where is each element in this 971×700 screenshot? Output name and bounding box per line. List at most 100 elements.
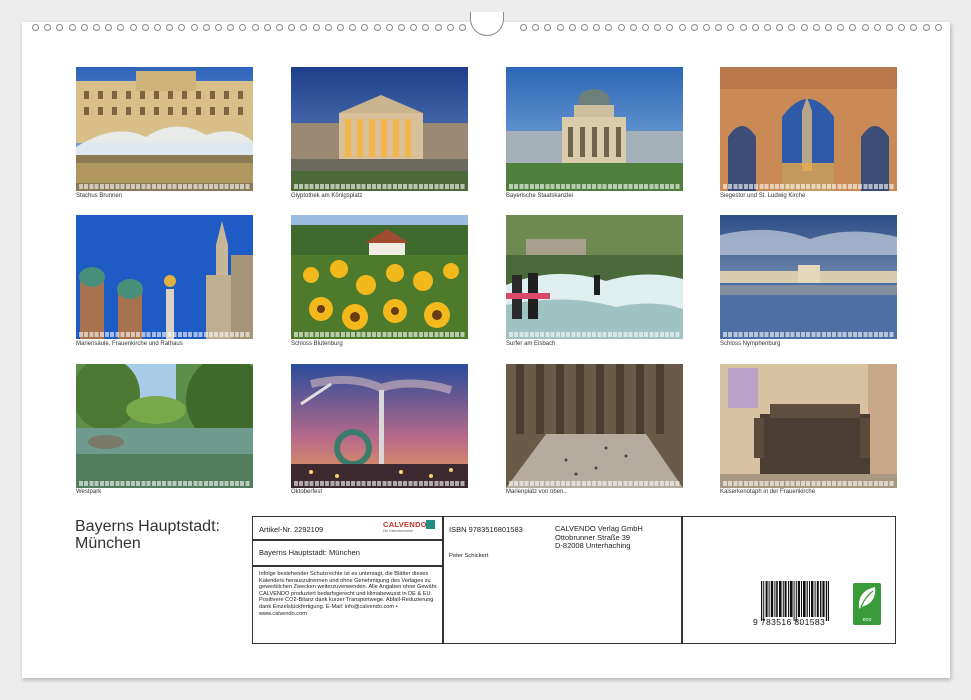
binding-ring (251, 24, 259, 31)
binding-ring (288, 24, 296, 31)
publisher-line: D-82008 Unterhaching (555, 541, 631, 551)
binding-ring (605, 24, 613, 31)
binding-ring (898, 24, 906, 31)
photo-caption: Schloss Nymphenburg (720, 341, 781, 347)
binding-ring (446, 24, 454, 31)
binding-ring (190, 24, 198, 31)
photo-staatskanzlei (506, 67, 683, 191)
binding-ring (849, 24, 857, 31)
binding-ring (837, 24, 845, 31)
binding-ring (166, 24, 174, 31)
binding-ring (812, 24, 820, 31)
binding-ring (788, 24, 796, 31)
binding-ring (617, 24, 625, 31)
barcode-icon (761, 581, 829, 621)
hanger-hook (470, 12, 504, 36)
mini-calendar-strip (723, 184, 894, 189)
binding-ring (215, 24, 222, 31)
leaf-icon (858, 587, 876, 609)
divider (253, 539, 442, 541)
binding-ring (361, 24, 369, 31)
mini-calendar-strip (79, 481, 250, 486)
photo-westpark (76, 364, 253, 488)
mini-calendar-strip (79, 332, 250, 337)
binding-ring (312, 24, 320, 31)
mini-calendar-strip (723, 332, 894, 337)
barcode-number: 9 783516 801583 (753, 617, 826, 627)
binding-ring (202, 24, 210, 31)
binding-ring (373, 24, 381, 31)
legal-notice: Infolge bestehender Schutzrechte ist es … (259, 571, 438, 617)
binding-ring (886, 24, 893, 31)
mini-calendar-strip (509, 332, 680, 337)
binding-ring (727, 24, 735, 31)
binding-ring (117, 24, 125, 31)
binding-ring (666, 24, 674, 31)
binding-ring (825, 24, 832, 31)
binding-ring (873, 24, 881, 31)
divider (442, 517, 444, 643)
binding-ring (910, 24, 918, 31)
binding-ring (178, 24, 186, 31)
binding-ring (56, 24, 64, 31)
flag-icon (426, 520, 435, 529)
binding-ring (263, 24, 271, 31)
binding-ring (715, 24, 723, 31)
binding-ring (44, 24, 52, 31)
binding-ring (300, 24, 308, 31)
photo-kaiserkenotaph (720, 364, 897, 488)
binding-ring (276, 24, 283, 31)
isbn: ISBN 9783516801583 (449, 525, 523, 534)
title-line-1: Bayerns Hauptstadt: (75, 518, 220, 535)
binding-ring (654, 24, 662, 31)
binding-ring (154, 24, 161, 31)
binding-ring (532, 24, 540, 31)
divider (681, 517, 683, 643)
photo-marienplatz (506, 364, 683, 488)
binding-ring (581, 24, 588, 31)
binding-ring (422, 24, 430, 31)
binding-ring (776, 24, 784, 31)
photo-caption: Schloss Blutenburg (291, 341, 343, 347)
binding-ring (68, 24, 76, 31)
binding-ring (751, 24, 759, 31)
eco-label: eco (853, 583, 881, 625)
eco-text: eco (862, 617, 872, 623)
binding-ring (324, 24, 332, 31)
binding-ring (934, 24, 942, 31)
product-info-box: Artikel-Nr. 2292109 CALVENDO Die Kalende… (252, 516, 896, 644)
divider (253, 565, 442, 567)
binding-ring (520, 24, 527, 31)
photo-mariensaeule (76, 215, 253, 339)
binding-ring (385, 24, 393, 31)
binding-ring (129, 24, 137, 31)
binding-ring (544, 24, 552, 31)
binding-ring (32, 24, 39, 31)
binding-ring (922, 24, 930, 31)
binding-ring (642, 24, 649, 31)
binding-ring (398, 24, 405, 31)
photo-caption: Westpark (76, 489, 102, 495)
title-line-2: München (75, 535, 141, 552)
photo-caption: Oktoberfest (291, 489, 323, 495)
photo-glyptothek (291, 67, 468, 191)
binding-ring (690, 24, 698, 31)
publisher-address: CALVENDO Verlag GmbH Ottobrunner Straße … (555, 524, 643, 551)
binding-ring (800, 24, 808, 31)
binding-ring (410, 24, 418, 31)
calendar-title: Bayerns Hauptstadt: München (75, 518, 220, 552)
binding-ring (568, 24, 576, 31)
binding-ring (105, 24, 113, 31)
photo-caption: Kaiserkenotaph in der Frauenkirche (720, 489, 816, 495)
photo-caption: Glyptothek am Königsplatz (291, 193, 363, 199)
spiral-binding (22, 12, 950, 36)
binding-ring (239, 24, 247, 31)
photo-caption: Surfer am Eisbach (506, 341, 556, 347)
photo-schloss-blutenburg (291, 215, 468, 339)
photo-surfer-eisbach (506, 215, 683, 339)
mini-calendar-strip (294, 481, 465, 486)
product-title: Bayerns Hauptstadt: München (259, 548, 360, 557)
photo-oktoberfest (291, 364, 468, 488)
mini-calendar-strip (294, 332, 465, 337)
author: Peter Schickert (449, 553, 489, 559)
